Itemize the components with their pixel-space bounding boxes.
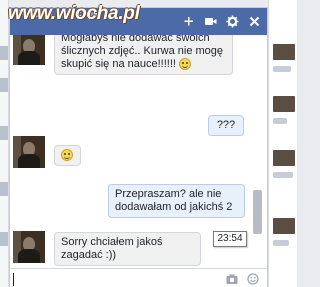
settings-gear-icon[interactable] xyxy=(226,15,239,28)
avatar[interactable] xyxy=(13,231,45,263)
text-caret xyxy=(13,273,14,286)
background-page-left xyxy=(0,0,9,287)
message-list[interactable]: Mogłabyś nie dodawać swoich ślicznych zd… xyxy=(10,35,267,268)
message-text: Sorry chciałem jakoś zagadać :)) xyxy=(61,236,163,261)
message-input[interactable] xyxy=(10,268,267,287)
background-page-right xyxy=(268,0,297,287)
watermark-logo: www.wiocha.pl xyxy=(8,3,140,24)
camera-icon[interactable] xyxy=(226,273,238,285)
timestamp-tooltip: 23:54 xyxy=(213,231,247,247)
message-bubble-outgoing: Przepraszam? ale nie dodawałam od jakich… xyxy=(108,184,245,218)
smiley-icon xyxy=(179,58,192,71)
composer-actions xyxy=(226,273,259,285)
titlebar-actions xyxy=(182,15,261,28)
message-bubble-outgoing: ??? xyxy=(208,115,244,136)
message-bubble-incoming: Mogłabyś nie dodawać swoich ślicznych zd… xyxy=(54,35,233,75)
message-text: Przepraszam? ale nie dodawałam od jakich… xyxy=(115,188,233,213)
add-person-icon[interactable] xyxy=(182,15,195,28)
page: Robert Kruczek Mogłabyś nie dodawać swoi… xyxy=(0,0,297,287)
chat-window: Robert Kruczek Mogłabyś nie dodawać swoi… xyxy=(9,7,268,287)
message-bubble-incoming: Sorry chciałem jakoś zagadać :)) xyxy=(54,232,201,266)
message-bubble-incoming xyxy=(54,145,81,166)
scrollbar[interactable] xyxy=(253,190,262,234)
smiley-icon xyxy=(61,149,73,162)
video-call-icon[interactable] xyxy=(204,15,217,28)
message-text: Mogłabyś nie dodawać swoich ślicznych zd… xyxy=(61,35,224,70)
avatar[interactable] xyxy=(13,136,45,168)
avatar[interactable] xyxy=(13,35,45,65)
emoji-icon[interactable] xyxy=(247,273,259,285)
message-text: ??? xyxy=(216,119,236,131)
close-icon[interactable] xyxy=(248,15,261,28)
